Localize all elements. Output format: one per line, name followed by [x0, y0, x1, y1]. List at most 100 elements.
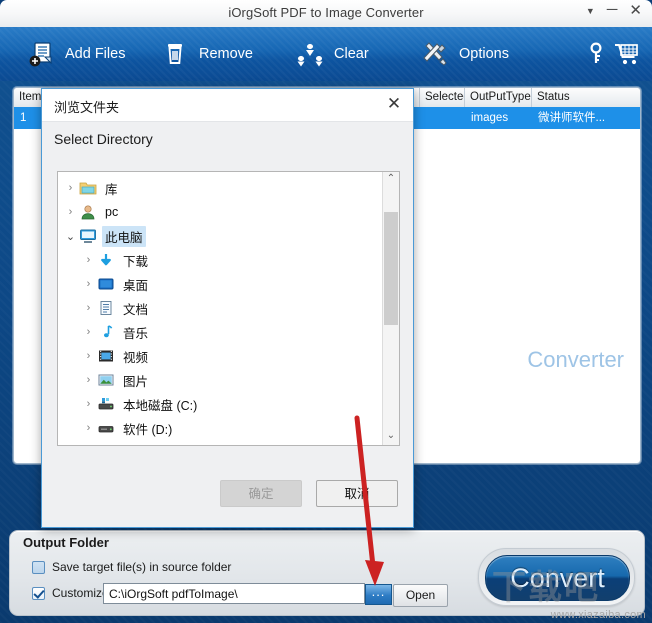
chevron-right-icon[interactable]: ›: [80, 326, 97, 338]
scrollbar-thumb[interactable]: [384, 212, 398, 325]
tree-item-music[interactable]: › 音乐: [58, 320, 383, 344]
chevron-right-icon[interactable]: ›: [80, 278, 97, 290]
window-controls: ▼ ─ ✕: [586, 2, 642, 18]
app-window: iOrgSoft PDF to Image Converter ▼ ─ ✕ Ad…: [0, 0, 652, 623]
cart-icon: [612, 39, 642, 69]
clear-icon: [295, 39, 325, 69]
remove-button[interactable]: Remove: [160, 27, 253, 81]
cell-status: 微讲师软件...: [538, 112, 606, 124]
tree-item-pc-user[interactable]: › pc: [58, 200, 383, 224]
scroll-up-icon[interactable]: ⌃: [383, 172, 399, 188]
add-files-button[interactable]: Add Files: [26, 27, 125, 81]
user-icon: [79, 204, 97, 220]
dropdown-icon[interactable]: ▼: [586, 4, 595, 18]
tree-item-library[interactable]: › 库: [58, 176, 383, 200]
tree-item-label: pc: [105, 205, 119, 219]
column-header-selected-pages[interactable]: SelectedPages: [420, 88, 465, 107]
chevron-right-icon[interactable]: ›: [80, 422, 97, 434]
browse-folder-dialog: 浏览文件夹 ✕ Select Directory › 库 › pc ⌄ 此电脑 …: [41, 88, 414, 528]
tree-item-label: 本地磁盘 (E:): [120, 442, 200, 446]
this-pc-icon: [79, 228, 97, 244]
tree-item-pictures[interactable]: › 图片: [58, 368, 383, 392]
tree-item-label: 音乐: [123, 326, 149, 341]
minimize-icon[interactable]: ─: [607, 2, 618, 17]
chevron-right-icon[interactable]: ›: [80, 398, 97, 410]
dialog-title-bar: 浏览文件夹 ✕: [42, 89, 413, 122]
remove-label: Remove: [199, 46, 253, 62]
clear-label: Clear: [334, 46, 369, 62]
add-files-icon: [26, 39, 56, 69]
chevron-right-icon[interactable]: ›: [80, 350, 97, 362]
open-folder-button[interactable]: Open: [393, 584, 448, 607]
column-header-output-type[interactable]: OutPutType: [465, 88, 532, 107]
add-files-label: Add Files: [65, 46, 126, 62]
register-button[interactable]: [583, 27, 613, 81]
chevron-right-icon[interactable]: ›: [80, 374, 97, 386]
output-path-input[interactable]: C:\iOrgSoft pdfToImage\: [103, 583, 365, 604]
toolbar: Add Files Remove Clear Options: [0, 27, 652, 82]
save-in-source-label: Save target file(s) in source folder: [52, 560, 232, 574]
dialog-close-icon[interactable]: ✕: [384, 94, 404, 114]
tree-item-documents[interactable]: › 文档: [58, 296, 383, 320]
tree-item-label: 下载: [123, 254, 149, 269]
save-in-source-row[interactable]: Save target file(s) in source folder: [32, 560, 231, 574]
options-button[interactable]: Options: [420, 27, 509, 81]
tree-item-label: 图片: [123, 374, 149, 389]
site-url-watermark: www.xiazaiba.com: [550, 609, 646, 621]
customize-row[interactable]: Customize: [32, 586, 109, 600]
dialog-cancel-button[interactable]: 取消: [316, 480, 398, 507]
drive-icon: [97, 444, 115, 445]
videos-icon: [97, 348, 115, 364]
close-icon[interactable]: ✕: [629, 3, 642, 18]
directory-tree-rows: › 库 › pc ⌄ 此电脑 › 下载 › 桌面 › 文档 › 音乐 › 视频 …: [58, 176, 383, 446]
browse-folder-button[interactable]: ...: [365, 584, 392, 605]
site-logo-watermark: 下载吧: [492, 569, 600, 607]
tree-item-label: 桌面: [123, 278, 149, 293]
tree-item-label: 软件 (D:): [123, 422, 173, 437]
library-folder-icon: [79, 180, 97, 196]
scroll-down-icon[interactable]: ⌄: [383, 429, 399, 445]
dialog-title: 浏览文件夹: [54, 100, 120, 115]
clear-button[interactable]: Clear: [295, 27, 369, 81]
tree-item-this-pc[interactable]: ⌄ 此电脑: [58, 224, 383, 248]
chevron-down-icon[interactable]: ⌄: [62, 230, 79, 243]
tree-item-downloads[interactable]: › 下载: [58, 248, 383, 272]
desktop-icon: [97, 276, 115, 292]
trash-icon: [160, 39, 190, 69]
tree-item-desktop[interactable]: › 桌面: [58, 272, 383, 296]
system-drive-icon: [97, 396, 115, 412]
cell-output-type: images: [471, 112, 509, 124]
tree-item-label: 文档: [123, 302, 149, 317]
documents-icon: [97, 300, 115, 316]
output-folder-title: Output Folder: [23, 535, 109, 550]
chevron-right-icon[interactable]: ›: [62, 182, 79, 194]
tree-item-drive-d[interactable]: › 软件 (D:): [58, 416, 383, 440]
tree-item-label: 视频: [123, 350, 149, 365]
chevron-right-icon[interactable]: ›: [80, 302, 97, 314]
music-icon: [97, 324, 115, 340]
buy-button[interactable]: [612, 27, 642, 81]
tree-item-drive-c[interactable]: › 本地磁盘 (C:): [58, 392, 383, 416]
tree-item-drive-e[interactable]: › 本地磁盘 (E:): [58, 440, 383, 446]
options-label: Options: [459, 46, 509, 62]
tree-item-label: 库: [105, 182, 118, 197]
chevron-right-icon[interactable]: ›: [80, 254, 97, 266]
dialog-ok-button[interactable]: 确定: [220, 480, 302, 507]
customize-label: Customize: [52, 586, 109, 600]
downloads-icon: [97, 252, 115, 268]
chevron-right-icon[interactable]: ›: [62, 206, 79, 218]
customize-checkbox[interactable]: [32, 586, 45, 600]
tree-scrollbar[interactable]: ⌃ ⌄: [382, 172, 399, 445]
save-in-source-checkbox[interactable]: [32, 560, 45, 574]
directory-tree[interactable]: › 库 › pc ⌄ 此电脑 › 下载 › 桌面 › 文档 › 音乐 › 视频 …: [57, 171, 400, 446]
key-icon: [583, 39, 613, 69]
tree-item-videos[interactable]: › 视频: [58, 344, 383, 368]
tree-item-label: 此电脑: [102, 225, 146, 247]
tree-item-label: 本地磁盘 (C:): [123, 398, 198, 413]
window-title: iOrgSoft PDF to Image Converter: [228, 5, 424, 20]
tools-icon: [420, 39, 450, 69]
column-header-status[interactable]: Status: [532, 88, 640, 107]
panel-hint-text: Converter: [527, 347, 624, 372]
pictures-icon: [97, 372, 115, 388]
title-bar: iOrgSoft PDF to Image Converter ▼ ─ ✕: [0, 0, 652, 28]
